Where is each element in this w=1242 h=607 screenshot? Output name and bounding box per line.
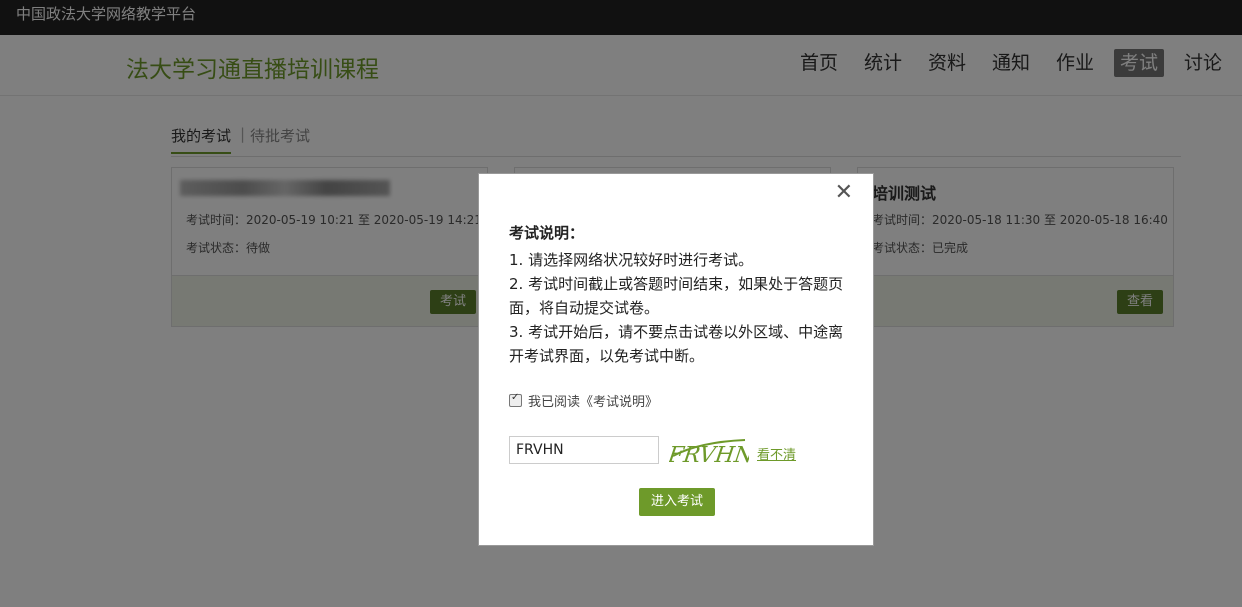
instruction-item: 2. 考试时间截止或答题时间结束，如果处于答题页面，将自动提交试卷。: [509, 275, 844, 317]
agree-checkbox-row[interactable]: 我已阅读《考试说明》: [509, 391, 658, 410]
agree-label: 我已阅读《考试说明》: [528, 395, 659, 410]
refresh-captcha-link[interactable]: 看不清: [757, 444, 796, 463]
instructions-list: 1. 请选择网络状况较好时进行考试。 2. 考试时间截止或答题时间结束，如果处于…: [509, 248, 845, 368]
captcha-text: FRVHN: [669, 442, 749, 468]
instruction-item: 3. 考试开始后，请不要点击试卷以外区域、中途离开考试界面，以免考试中断。: [509, 323, 844, 365]
captcha-input[interactable]: [509, 436, 659, 464]
agree-checkbox[interactable]: [509, 392, 522, 407]
captcha-image[interactable]: FRVHN: [669, 436, 749, 468]
instructions-heading: 考试说明：: [509, 224, 585, 242]
instruction-item: 1. 请选择网络状况较好时进行考试。: [509, 251, 754, 269]
exam-instructions-dialog: ✕ 考试说明： 1. 请选择网络状况较好时进行考试。 2. 考试时间截止或答题时…: [478, 173, 874, 546]
close-icon[interactable]: ✕: [835, 180, 853, 205]
enter-exam-button[interactable]: 进入考试: [639, 488, 715, 516]
